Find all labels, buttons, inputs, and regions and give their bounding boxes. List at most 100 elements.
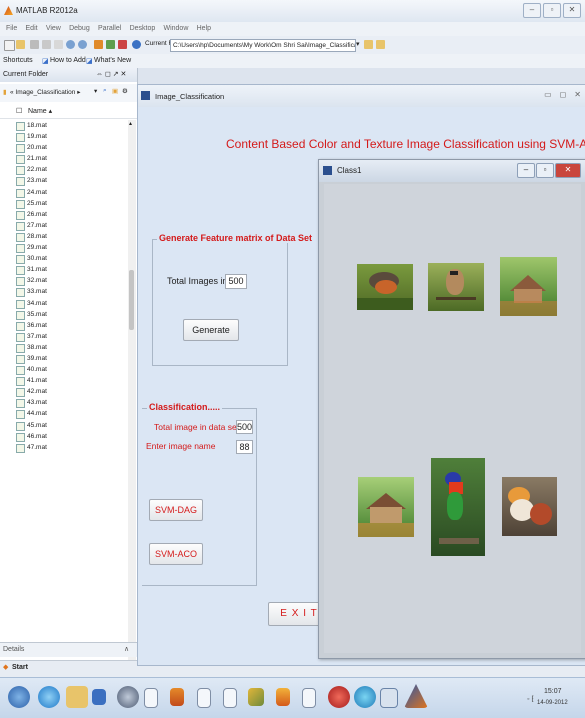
new-file-icon[interactable] [4,40,15,51]
paste-icon[interactable] [54,40,63,49]
minimize-button[interactable]: – [523,3,541,18]
file-list-item[interactable]: 19.mat [0,131,128,143]
document-4-icon[interactable] [302,688,316,708]
whats-new-link[interactable]: What's New [94,57,131,64]
clock-time[interactable]: 15:07 [544,688,562,695]
media-icon[interactable] [328,686,350,708]
file-explorer-icon[interactable] [66,686,88,708]
menu-file[interactable]: File [6,25,17,32]
file-list-item[interactable]: 24.mat [0,187,128,198]
menu-parallel[interactable]: Parallel [98,25,121,32]
total-images-value[interactable]: 500 [225,274,247,289]
folder-path[interactable]: « Image_Classification ▸ [10,88,80,96]
file-list-item[interactable]: 34.mat [0,298,128,309]
file-list-item[interactable]: 38.mat [0,342,128,353]
file-list-item[interactable]: 18.mat [0,120,128,131]
file-list-item[interactable]: 40.mat [0,364,128,376]
svm-dag-button[interactable]: SVM-DAG [149,499,203,521]
file-list-item[interactable]: 32.mat [0,275,128,287]
file-list-item[interactable]: 29.mat [0,242,128,254]
menu-window[interactable]: Window [163,25,188,32]
enter-image-input[interactable]: 88 [236,440,253,454]
maximize-button[interactable]: ▫ [543,3,561,18]
svm-aco-button[interactable]: SVM-ACO [149,543,203,565]
menu-edit[interactable]: Edit [26,25,38,32]
gui-close-button[interactable]: ✕ [574,90,581,99]
file-list-item[interactable]: 22.mat [0,164,128,176]
tray-icons[interactable]: ◦ ⁅ [527,695,534,703]
file-list-item[interactable]: 37.mat [0,331,128,342]
remote-desktop-icon[interactable] [380,688,398,708]
close-button[interactable]: ✕ [563,3,581,18]
file-list-item[interactable]: 28.mat [0,231,128,242]
clock-date[interactable]: 14-09-2012 [537,700,568,706]
guide-icon[interactable] [106,40,115,49]
internet-explorer-icon[interactable] [38,686,60,708]
start-button[interactable]: Start [12,664,28,671]
file-list-item[interactable]: 26.mat [0,209,128,220]
file-list-item[interactable]: 31.mat [0,264,128,276]
matlab-taskbar-icon[interactable] [404,684,428,708]
network-icon[interactable] [354,686,376,708]
file-list-item[interactable]: 33.mat [0,286,128,298]
how-to-add-link[interactable]: How to Add [50,57,86,64]
menu-desktop[interactable]: Desktop [130,25,156,32]
gear-icon[interactable]: ⚙ [122,87,128,95]
up-folder-icon[interactable] [376,40,385,49]
details-expand-icon[interactable]: ∧ [124,645,129,653]
undo-icon[interactable] [66,40,75,49]
file-list-item[interactable]: 36.mat [0,320,128,331]
profiler-icon[interactable] [118,40,127,49]
file-list-item[interactable]: 45.mat [0,420,128,431]
file-list-item[interactable]: 23.mat [0,175,128,187]
file-list-item[interactable]: 42.mat [0,386,128,398]
copy-icon[interactable] [42,40,51,49]
menu-help[interactable]: Help [197,25,211,32]
file-list-item[interactable]: 47.mat [0,442,128,453]
class1-close-button[interactable]: ✕ [555,163,581,178]
file-list-item[interactable]: 30.mat [0,253,128,265]
panel-actions-icon[interactable]: ⇔ ◻ ↗ ✕ [96,70,126,78]
scroll-up-icon[interactable]: ▴ [129,120,132,127]
search-icon[interactable]: ⌕ [103,87,107,95]
file-list-item[interactable]: 35.mat [0,309,128,320]
up-icon[interactable]: ▣ [112,87,118,95]
file-list-item[interactable]: 39.mat [0,353,128,364]
open-folder-icon[interactable] [16,40,25,49]
file-list-item[interactable]: 21.mat [0,153,128,165]
path-dropdown-icon[interactable]: ▾ [94,87,97,95]
menu-debug[interactable]: Debug [69,25,90,32]
browse-folder-icon[interactable] [364,40,373,49]
simulink-icon[interactable] [94,40,103,49]
file-list-item[interactable]: 41.mat [0,375,128,387]
file-list-item[interactable]: 27.mat [0,220,128,231]
details-bar[interactable]: Details ∧ [0,642,137,657]
folder-dropdown-icon[interactable]: ▾ [356,40,360,48]
total-dataset-value[interactable]: 500 [236,420,253,434]
document-icon[interactable] [144,688,158,708]
current-folder-input[interactable]: C:\Users\hp\Documents\My Work\Om Shri Sa… [170,39,356,52]
class1-minimize-button[interactable]: – [517,163,535,178]
outlook-icon[interactable] [92,689,106,705]
gui-maximize-button[interactable]: ◻ [560,90,567,99]
menu-view[interactable]: View [46,25,61,32]
file-list-item[interactable]: 46.mat [0,431,128,442]
file-list-scrollbar[interactable]: ▴ ▾ [128,120,136,675]
file-list-item[interactable]: 25.mat [0,198,128,209]
document-3-icon[interactable] [223,688,237,708]
chrome-icon[interactable] [117,686,139,708]
document-2-icon[interactable] [197,688,211,708]
generate-button[interactable]: Generate [183,319,239,341]
class1-maximize-button[interactable]: ▫ [536,163,554,178]
vlc-icon[interactable] [170,688,184,706]
windows-start-orb-icon[interactable] [8,686,30,708]
paint-icon[interactable] [248,688,264,706]
file-list-item[interactable]: 44.mat [0,408,128,420]
scrollbar-thumb[interactable] [129,270,134,330]
file-list-item[interactable]: 43.mat [0,397,128,409]
cut-icon[interactable] [30,40,39,49]
gui-minimize-button[interactable]: ▭ [544,90,552,99]
redo-icon[interactable] [78,40,87,49]
name-header-checkbox[interactable]: ☐ [16,107,22,115]
firefox-icon[interactable] [276,688,290,706]
